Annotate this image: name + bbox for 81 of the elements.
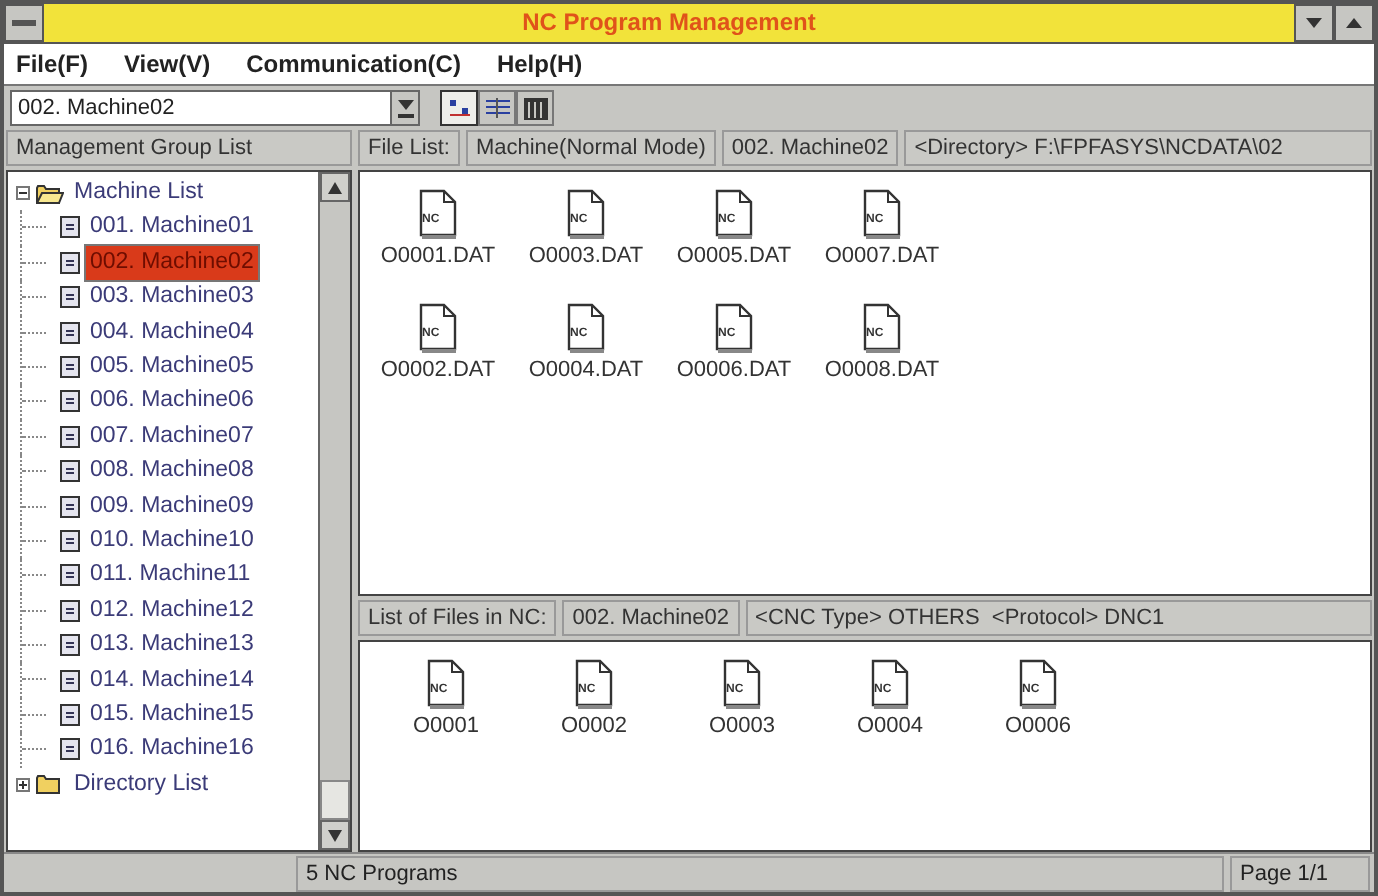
document-icon (60, 216, 80, 239)
menu-item[interactable]: Communication(C) (246, 46, 461, 82)
document-icon (60, 564, 80, 587)
document-icon (60, 460, 80, 483)
tree-item[interactable]: 004. Machine04 (86, 315, 258, 350)
tree-item[interactable]: 012. Machine12 (86, 593, 258, 628)
details-view-icon (523, 97, 547, 119)
header-label: 002. Machine02 (721, 130, 899, 166)
folder-icon (36, 183, 64, 204)
document-icon (60, 321, 80, 344)
tree-item[interactable]: 014. Machine14 (86, 663, 258, 698)
header-label: List of Files in NC: (358, 600, 557, 636)
down-arrow-icon (1306, 18, 1322, 28)
menu-item[interactable]: File(F) (16, 46, 88, 82)
tree-item[interactable]: 009. Machine09 (86, 489, 258, 524)
header-label: Machine(Normal Mode) (465, 130, 716, 166)
header-label: 002. Machine02 (562, 600, 740, 636)
file-name[interactable]: O0003 (708, 710, 776, 743)
scrollbar[interactable] (318, 172, 350, 850)
dash-icon (12, 19, 36, 27)
document-icon (60, 286, 80, 309)
document-icon (60, 425, 80, 448)
menu-item[interactable]: Help(H) (496, 46, 583, 82)
list-view-icon (485, 98, 509, 118)
file-name[interactable]: O0004 (856, 710, 924, 743)
tree-item[interactable]: 011. Machine11 (86, 558, 255, 594)
view-button[interactable] (478, 90, 516, 126)
file-name[interactable]: O0003.DAT (528, 240, 644, 273)
file-name[interactable]: O0006.DAT (676, 353, 792, 386)
tree-item[interactable]: 006. Machine06 (86, 384, 258, 420)
document-icon (60, 599, 80, 622)
document-icon (60, 703, 80, 726)
tree-item[interactable]: 005. Machine05 (86, 350, 258, 385)
file-name[interactable]: O0001 (412, 710, 480, 743)
up-arrow-icon (1346, 18, 1362, 28)
file-name[interactable]: O0007.DAT (824, 240, 940, 273)
tree-item[interactable]: 015. Machine15 (86, 697, 258, 733)
machine-select[interactable]: 002. Machine02 (10, 90, 420, 126)
folder-icon (36, 774, 64, 795)
document-icon (60, 495, 80, 518)
file-name[interactable]: O0002 (560, 710, 628, 743)
up-arrow-icon (328, 181, 342, 193)
dropdown-arrow-icon (397, 99, 413, 117)
file-name[interactable]: O0008.DAT (824, 353, 940, 386)
menu-item[interactable]: View(V) (124, 46, 211, 82)
file-name[interactable]: O0004.DAT (528, 353, 644, 386)
tree-item[interactable]: 007. Machine07 (86, 419, 258, 455)
status-text: 5 NC Programs (296, 855, 1224, 891)
document-icon (60, 634, 80, 657)
window-title: NC Program Management (520, 6, 818, 40)
tree-item[interactable]: 016. Machine16 (86, 732, 258, 768)
tree-item[interactable]: 008. Machine08 (86, 454, 258, 489)
view-button[interactable] (516, 90, 554, 126)
down-arrow-icon (328, 829, 342, 841)
document-icon (60, 390, 80, 413)
header-label: <Directory> F:\FPFASYS\NCDATA\02 (904, 130, 1372, 166)
tree-item[interactable]: Directory List (70, 767, 213, 802)
file-name[interactable]: O0006 (1004, 710, 1072, 743)
panel-header: Management Group List (6, 130, 352, 166)
large-icons-icon (447, 98, 471, 118)
document-icon (60, 529, 80, 552)
status-text: Page 1/1 (1230, 855, 1370, 891)
document-icon (60, 669, 80, 691)
file-name[interactable]: O0002.DAT (380, 353, 496, 386)
scroll-thumb[interactable] (320, 780, 350, 820)
maximize-button[interactable] (1334, 4, 1374, 42)
system-menu-button[interactable] (4, 4, 44, 42)
document-icon (60, 355, 80, 378)
minimize-button[interactable] (1294, 4, 1334, 42)
document-icon (60, 251, 80, 274)
tree-item[interactable]: 013. Machine13 (86, 628, 258, 663)
file-name[interactable]: O0005.DAT (676, 240, 792, 273)
tree-item[interactable]: 010. Machine10 (86, 523, 258, 559)
document-icon (60, 738, 80, 761)
tree-item[interactable]: 001. Machine01 (86, 210, 258, 246)
view-button[interactable] (440, 90, 478, 126)
tree-item[interactable]: Machine List (70, 176, 208, 211)
tree-item[interactable]: 003. Machine03 (86, 280, 258, 315)
header-label: File List: (358, 130, 460, 166)
file-name[interactable]: O0001.DAT (380, 240, 496, 273)
header-label: <CNC Type> OTHERS <Protocol> DNC1 (745, 600, 1372, 636)
